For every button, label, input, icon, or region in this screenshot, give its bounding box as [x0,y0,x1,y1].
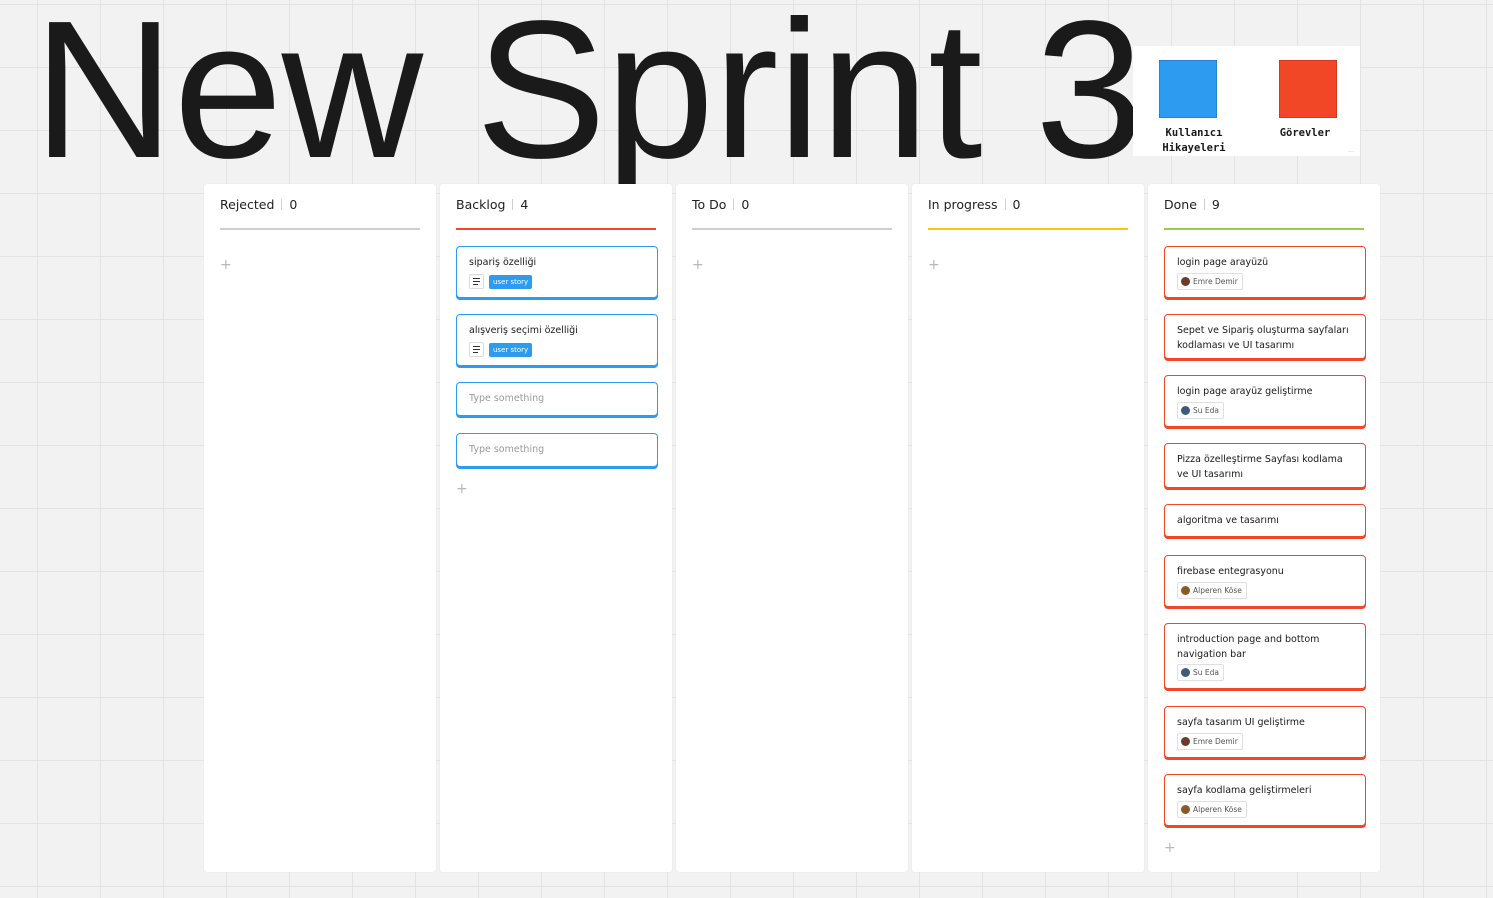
card-text[interactable]: sipariş özelliği [469,255,645,270]
legend-label-tasks: Görevler [1279,127,1331,139]
header-divider [733,199,735,210]
column-count: 0 [741,197,750,212]
column-done[interactable]: Done 9 login page arayüzü Emre Demir Sepe… [1148,184,1380,872]
card-text[interactable]: Pizza özelleştirme Sayfası kodlama ve UI… [1177,452,1353,482]
board-title[interactable]: New Sprint 3 [33,0,1144,188]
legend-sticky[interactable]: Kullanıcı Hikayeleri Görevler ... [1133,46,1360,156]
assignee-chip[interactable]: Su Eda [1177,664,1224,681]
column-divider [692,228,892,230]
column-title: Done [1164,197,1197,212]
assignee-name: Alperen Köse [1193,805,1242,814]
avatar [1181,586,1190,595]
assignee-chip[interactable]: Alperen Köse [1177,801,1247,818]
card-text[interactable]: sayfa tasarım UI geliştirme [1177,715,1353,730]
avatar [1181,805,1190,814]
column-count: 4 [520,197,529,212]
card-task[interactable]: introduction page and bottom navigation … [1164,623,1366,689]
avatar [1181,668,1190,677]
assignee-chip[interactable]: Emre Demir [1177,733,1243,750]
card-task[interactable]: sayfa kodlama geliştirmeleri Alperen Kös… [1164,774,1366,826]
add-card-icon[interactable]: + [456,482,468,496]
column-count: 0 [289,197,298,212]
header-divider [512,199,514,210]
card-empty[interactable]: Type something [456,433,658,467]
assignee-name: Alperen Köse [1193,586,1242,595]
card-text[interactable]: alışveriş seçimi özelliği [469,323,645,338]
card-placeholder[interactable]: Type something [469,391,645,406]
column-title: Backlog [456,197,506,212]
user-story-color-swatch [1159,60,1217,118]
column-divider [220,228,420,230]
more-icon[interactable]: ... [1348,147,1354,154]
assignee-name: Su Eda [1193,668,1219,677]
assignee-name: Emre Demir [1193,277,1238,286]
card-task[interactable]: login page arayüz geliştirme Su Eda [1164,375,1366,427]
card-task[interactable]: firebase entegrasyonu Alperen Köse [1164,555,1366,607]
header-divider [1004,199,1006,210]
column-todo[interactable]: To Do 0 + [676,184,908,872]
document-lines-icon[interactable] [469,342,484,357]
assignee-name: Emre Demir [1193,737,1238,746]
column-divider [1164,228,1364,230]
column-title: In progress [928,197,998,212]
assignee-chip[interactable]: Alperen Köse [1177,582,1247,599]
avatar [1181,277,1190,286]
card-placeholder[interactable]: Type something [469,442,645,457]
column-count: 0 [1012,197,1021,212]
legend-label-user-stories: Kullanıcı Hikayeleri [1162,127,1226,154]
card-text[interactable]: sayfa kodlama geliştirmeleri [1177,783,1353,798]
user-story-tag[interactable]: user story [489,342,533,357]
column-title: Rejected [220,197,275,212]
avatar [1181,406,1190,415]
avatar [1181,737,1190,746]
column-backlog[interactable]: Backlog 4 sipariş özelliği user story alı… [440,184,672,872]
card-empty[interactable]: Type something [456,382,658,416]
assignee-name: Su Eda [1193,406,1219,415]
add-card-icon[interactable]: + [928,258,940,272]
card-task[interactable]: algoritma ve tasarımı [1164,504,1366,537]
user-story-tag[interactable]: user story [489,274,533,289]
column-rejected[interactable]: Rejected 0 + [204,184,436,872]
column-divider [456,228,656,230]
assignee-chip[interactable]: Emre Demir [1177,273,1243,290]
column-header[interactable]: To Do 0 [692,197,749,213]
card-text[interactable]: algoritma ve tasarımı [1177,513,1353,528]
card-text[interactable]: introduction page and bottom navigation … [1177,632,1353,662]
column-header[interactable]: Done 9 [1164,197,1220,213]
column-count: 9 [1211,197,1220,212]
header-divider [1203,199,1205,210]
column-header[interactable]: In progress 0 [928,197,1021,213]
card-user-story[interactable]: sipariş özelliği user story [456,246,658,298]
card-text[interactable]: login page arayüzü [1177,255,1353,270]
card-text[interactable]: firebase entegrasyonu [1177,564,1353,579]
column-in-progress[interactable]: In progress 0 + [912,184,1144,872]
card-task[interactable]: Pizza özelleştirme Sayfası kodlama ve UI… [1164,443,1366,488]
column-divider [928,228,1128,230]
task-color-swatch [1279,60,1337,118]
add-card-icon[interactable]: + [692,258,704,272]
card-task[interactable]: sayfa tasarım UI geliştirme Emre Demir [1164,706,1366,758]
add-card-icon[interactable]: + [1164,841,1176,855]
column-title: To Do [692,197,727,212]
card-user-story[interactable]: alışveriş seçimi özelliği user story [456,314,658,366]
card-task[interactable]: Sepet ve Sipariş oluşturma sayfaları kod… [1164,314,1366,359]
card-text[interactable]: login page arayüz geliştirme [1177,384,1353,399]
column-header[interactable]: Rejected 0 [220,197,297,213]
card-task[interactable]: login page arayüzü Emre Demir [1164,246,1366,298]
add-card-icon[interactable]: + [220,258,232,272]
assignee-chip[interactable]: Su Eda [1177,402,1224,419]
column-header[interactable]: Backlog 4 [456,197,528,213]
header-divider [281,199,283,210]
card-text[interactable]: Sepet ve Sipariş oluşturma sayfaları kod… [1177,323,1353,353]
document-lines-icon[interactable] [469,274,484,289]
